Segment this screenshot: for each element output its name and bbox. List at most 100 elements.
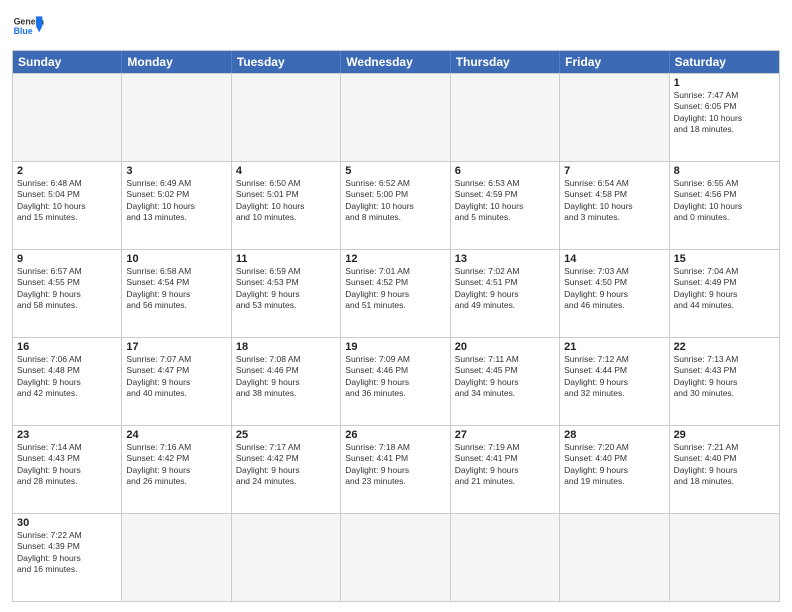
day-number: 21 xyxy=(564,341,664,353)
empty-cell xyxy=(560,74,669,161)
calendar-row-2: 2Sunrise: 6:48 AM Sunset: 5:04 PM Daylig… xyxy=(13,161,779,249)
page: General Blue SundayMondayTuesdayWednesda… xyxy=(0,0,792,612)
day-info: Sunrise: 6:49 AM Sunset: 5:02 PM Dayligh… xyxy=(126,178,226,224)
day-info: Sunrise: 7:08 AM Sunset: 4:46 PM Dayligh… xyxy=(236,354,336,400)
day-cell-24: 24Sunrise: 7:16 AM Sunset: 4:42 PM Dayli… xyxy=(122,426,231,513)
day-cell-23: 23Sunrise: 7:14 AM Sunset: 4:43 PM Dayli… xyxy=(13,426,122,513)
day-info: Sunrise: 7:21 AM Sunset: 4:40 PM Dayligh… xyxy=(674,442,775,488)
day-info: Sunrise: 7:19 AM Sunset: 4:41 PM Dayligh… xyxy=(455,442,555,488)
day-cell-26: 26Sunrise: 7:18 AM Sunset: 4:41 PM Dayli… xyxy=(341,426,450,513)
day-number: 7 xyxy=(564,165,664,177)
day-cell-16: 16Sunrise: 7:06 AM Sunset: 4:48 PM Dayli… xyxy=(13,338,122,425)
day-info: Sunrise: 7:13 AM Sunset: 4:43 PM Dayligh… xyxy=(674,354,775,400)
empty-cell xyxy=(451,74,560,161)
day-cell-11: 11Sunrise: 6:59 AM Sunset: 4:53 PM Dayli… xyxy=(232,250,341,337)
day-cell-10: 10Sunrise: 6:58 AM Sunset: 4:54 PM Dayli… xyxy=(122,250,231,337)
day-info: Sunrise: 7:16 AM Sunset: 4:42 PM Dayligh… xyxy=(126,442,226,488)
day-number: 29 xyxy=(674,429,775,441)
calendar-row-1: 1Sunrise: 7:47 AM Sunset: 6:05 PM Daylig… xyxy=(13,73,779,161)
day-cell-5: 5Sunrise: 6:52 AM Sunset: 5:00 PM Daylig… xyxy=(341,162,450,249)
day-cell-9: 9Sunrise: 6:57 AM Sunset: 4:55 PM Daylig… xyxy=(13,250,122,337)
empty-cell xyxy=(451,514,560,601)
day-cell-8: 8Sunrise: 6:55 AM Sunset: 4:56 PM Daylig… xyxy=(670,162,779,249)
day-number: 9 xyxy=(17,253,117,265)
day-number: 25 xyxy=(236,429,336,441)
day-number: 4 xyxy=(236,165,336,177)
day-number: 15 xyxy=(674,253,775,265)
calendar-row-3: 9Sunrise: 6:57 AM Sunset: 4:55 PM Daylig… xyxy=(13,249,779,337)
calendar-header: SundayMondayTuesdayWednesdayThursdayFrid… xyxy=(13,51,779,73)
day-info: Sunrise: 6:48 AM Sunset: 5:04 PM Dayligh… xyxy=(17,178,117,224)
day-number: 12 xyxy=(345,253,445,265)
day-info: Sunrise: 7:03 AM Sunset: 4:50 PM Dayligh… xyxy=(564,266,664,312)
day-cell-21: 21Sunrise: 7:12 AM Sunset: 4:44 PM Dayli… xyxy=(560,338,669,425)
day-info: Sunrise: 7:04 AM Sunset: 4:49 PM Dayligh… xyxy=(674,266,775,312)
day-info: Sunrise: 7:14 AM Sunset: 4:43 PM Dayligh… xyxy=(17,442,117,488)
day-number: 2 xyxy=(17,165,117,177)
day-cell-30: 30Sunrise: 7:22 AM Sunset: 4:39 PM Dayli… xyxy=(13,514,122,601)
day-number: 14 xyxy=(564,253,664,265)
empty-cell xyxy=(341,514,450,601)
day-info: Sunrise: 7:02 AM Sunset: 4:51 PM Dayligh… xyxy=(455,266,555,312)
day-cell-14: 14Sunrise: 7:03 AM Sunset: 4:50 PM Dayli… xyxy=(560,250,669,337)
day-cell-17: 17Sunrise: 7:07 AM Sunset: 4:47 PM Dayli… xyxy=(122,338,231,425)
day-number: 22 xyxy=(674,341,775,353)
day-cell-25: 25Sunrise: 7:17 AM Sunset: 4:42 PM Dayli… xyxy=(232,426,341,513)
calendar-row-5: 23Sunrise: 7:14 AM Sunset: 4:43 PM Dayli… xyxy=(13,425,779,513)
empty-cell xyxy=(670,514,779,601)
empty-cell xyxy=(122,514,231,601)
day-cell-12: 12Sunrise: 7:01 AM Sunset: 4:52 PM Dayli… xyxy=(341,250,450,337)
day-info: Sunrise: 6:59 AM Sunset: 4:53 PM Dayligh… xyxy=(236,266,336,312)
day-number: 1 xyxy=(674,77,775,89)
day-info: Sunrise: 7:01 AM Sunset: 4:52 PM Dayligh… xyxy=(345,266,445,312)
day-cell-28: 28Sunrise: 7:20 AM Sunset: 4:40 PM Dayli… xyxy=(560,426,669,513)
day-cell-1: 1Sunrise: 7:47 AM Sunset: 6:05 PM Daylig… xyxy=(670,74,779,161)
day-number: 20 xyxy=(455,341,555,353)
day-info: Sunrise: 6:54 AM Sunset: 4:58 PM Dayligh… xyxy=(564,178,664,224)
day-cell-3: 3Sunrise: 6:49 AM Sunset: 5:02 PM Daylig… xyxy=(122,162,231,249)
empty-cell xyxy=(341,74,450,161)
svg-text:Blue: Blue xyxy=(14,26,33,36)
day-info: Sunrise: 7:17 AM Sunset: 4:42 PM Dayligh… xyxy=(236,442,336,488)
day-header-thursday: Thursday xyxy=(451,51,560,73)
day-header-tuesday: Tuesday xyxy=(232,51,341,73)
day-info: Sunrise: 7:47 AM Sunset: 6:05 PM Dayligh… xyxy=(674,90,775,136)
day-cell-29: 29Sunrise: 7:21 AM Sunset: 4:40 PM Dayli… xyxy=(670,426,779,513)
empty-cell xyxy=(13,74,122,161)
day-info: Sunrise: 6:58 AM Sunset: 4:54 PM Dayligh… xyxy=(126,266,226,312)
day-info: Sunrise: 7:22 AM Sunset: 4:39 PM Dayligh… xyxy=(17,530,117,576)
day-info: Sunrise: 7:11 AM Sunset: 4:45 PM Dayligh… xyxy=(455,354,555,400)
day-info: Sunrise: 6:57 AM Sunset: 4:55 PM Dayligh… xyxy=(17,266,117,312)
day-header-saturday: Saturday xyxy=(670,51,779,73)
day-number: 16 xyxy=(17,341,117,353)
day-cell-4: 4Sunrise: 6:50 AM Sunset: 5:01 PM Daylig… xyxy=(232,162,341,249)
day-cell-19: 19Sunrise: 7:09 AM Sunset: 4:46 PM Dayli… xyxy=(341,338,450,425)
day-number: 27 xyxy=(455,429,555,441)
day-number: 5 xyxy=(345,165,445,177)
day-number: 30 xyxy=(17,517,117,529)
day-cell-20: 20Sunrise: 7:11 AM Sunset: 4:45 PM Dayli… xyxy=(451,338,560,425)
day-number: 11 xyxy=(236,253,336,265)
empty-cell xyxy=(232,74,341,161)
day-number: 8 xyxy=(674,165,775,177)
day-info: Sunrise: 6:52 AM Sunset: 5:00 PM Dayligh… xyxy=(345,178,445,224)
logo: General Blue xyxy=(12,10,44,42)
day-cell-15: 15Sunrise: 7:04 AM Sunset: 4:49 PM Dayli… xyxy=(670,250,779,337)
day-info: Sunrise: 6:53 AM Sunset: 4:59 PM Dayligh… xyxy=(455,178,555,224)
day-cell-18: 18Sunrise: 7:08 AM Sunset: 4:46 PM Dayli… xyxy=(232,338,341,425)
day-info: Sunrise: 6:55 AM Sunset: 4:56 PM Dayligh… xyxy=(674,178,775,224)
empty-cell xyxy=(122,74,231,161)
day-info: Sunrise: 7:09 AM Sunset: 4:46 PM Dayligh… xyxy=(345,354,445,400)
day-info: Sunrise: 7:18 AM Sunset: 4:41 PM Dayligh… xyxy=(345,442,445,488)
calendar-row-6: 30Sunrise: 7:22 AM Sunset: 4:39 PM Dayli… xyxy=(13,513,779,601)
day-cell-13: 13Sunrise: 7:02 AM Sunset: 4:51 PM Dayli… xyxy=(451,250,560,337)
calendar-row-4: 16Sunrise: 7:06 AM Sunset: 4:48 PM Dayli… xyxy=(13,337,779,425)
day-number: 23 xyxy=(17,429,117,441)
day-number: 3 xyxy=(126,165,226,177)
day-number: 19 xyxy=(345,341,445,353)
day-number: 26 xyxy=(345,429,445,441)
day-number: 13 xyxy=(455,253,555,265)
day-number: 6 xyxy=(455,165,555,177)
day-info: Sunrise: 7:06 AM Sunset: 4:48 PM Dayligh… xyxy=(17,354,117,400)
day-header-monday: Monday xyxy=(122,51,231,73)
